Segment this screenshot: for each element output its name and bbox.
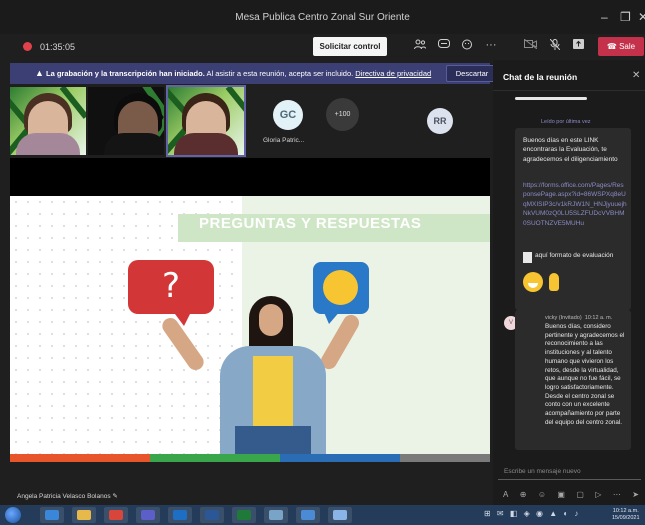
- smiley-bubble-icon: [313, 262, 369, 324]
- woman-illustration: [253, 356, 293, 426]
- message-text: Buenos días, considero pertinente y agra…: [545, 323, 625, 426]
- window-title: Mesa Publica Centro Zonal Sur Oriente: [235, 12, 410, 23]
- mic-off-icon[interactable]: [547, 38, 563, 53]
- reactions-icon[interactable]: [459, 39, 475, 53]
- color-bar: [150, 454, 280, 462]
- teams-taskbar-icon[interactable]: [136, 507, 160, 523]
- woman-illustration: [259, 304, 283, 336]
- clock-date: 15/09/2021: [612, 515, 640, 521]
- schedule-icon[interactable]: ▷: [595, 490, 601, 502]
- teams-meeting-window: Mesa Publica Centro Zonal Sur Oriente – …: [0, 0, 645, 525]
- meeting-timer: 01:35:05: [40, 42, 76, 52]
- privacy-policy-link[interactable]: Directiva de privacidad: [355, 69, 431, 78]
- leave-button[interactable]: ☎ Sale: [598, 37, 644, 56]
- close-icon[interactable]: ✕: [632, 70, 640, 81]
- system-clock[interactable]: 10:12 a.m. 15/09/2021: [612, 508, 640, 522]
- file-name: aquí formato de evaluación: [535, 252, 614, 259]
- emoji-reaction: [523, 270, 559, 293]
- recording-indicator-icon: [23, 42, 32, 51]
- message-time: 10:12 a. m.: [584, 315, 613, 321]
- excel-taskbar-icon[interactable]: [232, 507, 256, 523]
- participants-icon[interactable]: [412, 39, 428, 53]
- notice-text: Al asistir a esta reunión, acepta ser in…: [204, 69, 356, 78]
- message-link[interactable]: https://forms.office.com/Pages/ResponseP…: [523, 181, 627, 228]
- grinning-emoji-icon: [523, 272, 543, 293]
- maximize-button[interactable]: ❐: [620, 10, 631, 24]
- message-header: vicky (Invitado) 10:12 a. m.: [545, 315, 612, 321]
- participant-video-tile[interactable]: [88, 87, 164, 155]
- participant-video-tile-active[interactable]: [166, 85, 246, 157]
- recording-notice-bar: ▲ La grabación y la transcripción han in…: [10, 63, 498, 84]
- presenter-name: Angela Patricia Velasco Bolanos ✎: [17, 492, 118, 500]
- gif-icon[interactable]: ▣: [557, 490, 565, 502]
- word-taskbar-icon[interactable]: [200, 507, 224, 523]
- slide-color-bars: [10, 454, 490, 462]
- participant-video-tile[interactable]: [10, 87, 86, 155]
- notice-message: La grabación y la transcripción han inic…: [46, 69, 431, 78]
- chrome-taskbar-icon[interactable]: [104, 507, 128, 523]
- photos-taskbar-icon[interactable]: [264, 507, 288, 523]
- chat-panel: Chat de la reunión ✕ Leído por última ve…: [493, 60, 645, 505]
- notice-bold-text: La grabación y la transcripción han inic…: [46, 69, 205, 78]
- sticker-icon[interactable]: ▢: [576, 490, 584, 502]
- windows-taskbar: ⊞ ✉ ◧ ◈ ◉ ▲ ◐ ♪ 10:12 a.m. 15/09/2021: [0, 505, 645, 525]
- chat-icon[interactable]: [436, 39, 452, 53]
- clock-time: 10:12 a.m.: [612, 508, 639, 514]
- slide-title: PREGUNTAS Y RESPUESTAS: [199, 215, 422, 232]
- request-control-button[interactable]: Solicitar control: [313, 37, 387, 56]
- avatar[interactable]: GC: [273, 100, 303, 130]
- more-options-icon[interactable]: ⋯: [613, 490, 621, 502]
- file-attachment[interactable]: aquí formato de evaluación: [523, 252, 613, 263]
- participant-name: Gloria Patric...: [263, 137, 305, 144]
- phone-icon: ☎: [606, 42, 620, 51]
- close-window-button[interactable]: ✕: [638, 10, 645, 24]
- chat-title: Chat de la reunión: [503, 72, 578, 82]
- explorer-taskbar-icon[interactable]: [72, 507, 96, 523]
- emoji-icon[interactable]: ☺: [538, 490, 546, 502]
- color-bar: [280, 454, 400, 462]
- outlook-taskbar-icon[interactable]: [168, 507, 192, 523]
- stage-background: [10, 158, 490, 196]
- leave-label: Sale: [619, 42, 636, 51]
- mic-icon: ✎: [112, 493, 118, 500]
- dismiss-button[interactable]: Descartar: [446, 65, 498, 82]
- color-bar: [400, 454, 490, 462]
- more-participants-button[interactable]: +100: [326, 98, 359, 131]
- browser-taskbar-icon[interactable]: [40, 507, 64, 523]
- previous-message-stub: [515, 97, 587, 100]
- message-text: Buenos días en este LINK encontraras la …: [523, 137, 618, 163]
- app-taskbar-icon[interactable]: [296, 507, 320, 523]
- divider: [493, 90, 645, 91]
- start-button-icon[interactable]: [5, 507, 21, 523]
- color-bar: [10, 454, 150, 462]
- meeting-toolbar: 01:35:05 Solicitar control ··· ☎ Sale: [0, 34, 645, 60]
- title-bar: Mesa Publica Centro Zonal Sur Oriente – …: [0, 0, 645, 34]
- message-author: vicky (Invitado): [545, 315, 582, 321]
- file-icon: [523, 252, 532, 263]
- woman-illustration: [235, 426, 311, 456]
- camera-off-icon[interactable]: [522, 38, 538, 52]
- participant-strip: GC Gloria Patric... +100 RR: [10, 85, 490, 157]
- avatar[interactable]: RR: [427, 108, 453, 134]
- format-icon[interactable]: A: [503, 490, 508, 502]
- warning-icon: ▲: [35, 68, 44, 78]
- question-bubble-icon: ?: [128, 260, 214, 326]
- minimize-button[interactable]: –: [601, 10, 608, 24]
- send-icon[interactable]: ➤: [632, 490, 639, 502]
- chat-message[interactable]: vicky (Invitado) 10:12 a. m. Buenos días…: [515, 310, 631, 450]
- system-tray[interactable]: ⊞ ✉ ◧ ◈ ◉ ▲ ◐ ♪: [484, 509, 580, 518]
- more-icon[interactable]: ···: [483, 39, 499, 51]
- share-icon[interactable]: [570, 39, 586, 52]
- presenter-name-label: Angela Patricia Velasco Bolanos: [17, 493, 111, 500]
- pointing-hand-emoji-icon: [549, 273, 559, 292]
- chat-message-input[interactable]: Escribe un mensaje nuevo: [498, 464, 641, 480]
- attach-icon[interactable]: ⊕: [520, 490, 527, 502]
- app-taskbar-icon[interactable]: [328, 507, 352, 523]
- compose-toolbar: A ⊕ ☺ ▣ ▢ ▷ ⋯ ➤: [503, 490, 639, 502]
- last-read-label: Leído por última vez: [541, 119, 591, 125]
- shared-presentation: PREGUNTAS Y RESPUESTAS ?: [10, 196, 490, 462]
- question-mark: ?: [161, 266, 181, 306]
